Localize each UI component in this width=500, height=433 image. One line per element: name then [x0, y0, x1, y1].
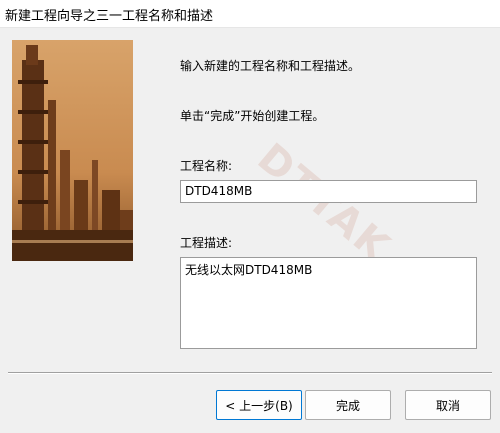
separator-line — [8, 372, 492, 374]
cancel-button[interactable]: 取消 — [405, 390, 491, 420]
window-title: 新建工程向导之三一工程名称和描述 — [5, 9, 214, 24]
wizard-illustration-image — [12, 40, 133, 261]
project-description-label: 工程描述: — [180, 236, 233, 250]
project-name-label: 工程名称: — [180, 159, 233, 173]
back-button[interactable]: < 上一步(B) — [216, 390, 302, 420]
watermark-text: DTTAK — [248, 134, 399, 272]
title-bar: 新建工程向导之三一工程名称和描述 — [0, 0, 500, 28]
finish-button[interactable]: 完成 — [305, 390, 391, 420]
instruction-line-2: 单击“完成”开始创建工程。 — [180, 109, 325, 123]
instruction-line-1: 输入新建的工程名称和工程描述。 — [180, 59, 361, 73]
project-name-input[interactable]: DTD418MB — [180, 180, 477, 203]
project-description-textarea[interactable]: 无线以太网DTD418MB — [180, 257, 477, 349]
